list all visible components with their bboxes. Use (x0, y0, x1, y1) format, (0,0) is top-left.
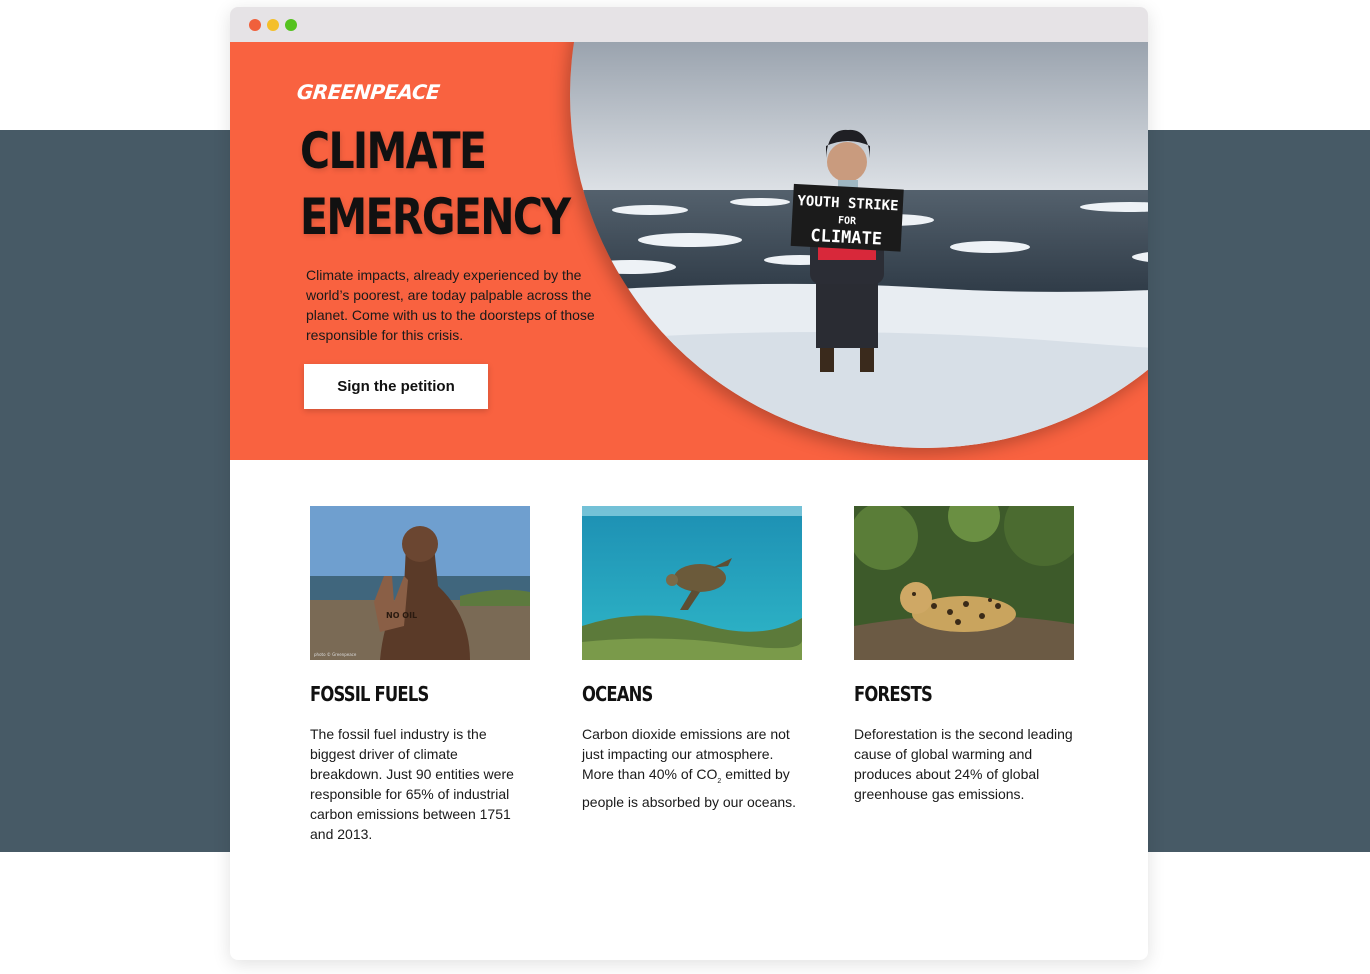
sign-line-2: FOR (838, 215, 858, 227)
card-description: Deforestation is the second leading caus… (854, 726, 1073, 802)
card-title: FORESTS (854, 682, 933, 706)
hero-description: Climate impacts, already experienced by … (306, 267, 595, 343)
card-fossil-fuels: NO OIL photo © Greenpeace FOSSIL FUELS T… (310, 506, 530, 844)
card-oceans: OCEANS Carbon dioxide emissions are not … (582, 506, 802, 812)
card-description: The fossil fuel industry is the biggest … (310, 726, 514, 842)
activist-on-ice-image: YOUTH STRIKE FOR CLIMATE (570, 42, 1148, 448)
browser-window: GREENPEACE CLIMATE EMERGENCY Climate imp… (230, 7, 1148, 960)
card-title: OCEANS (582, 682, 653, 706)
hero-title-line-1: CLIMATE (300, 122, 487, 180)
photo-credit: photo © Greenpeace (314, 652, 357, 657)
card-description: Carbon dioxide emissions are not just im… (582, 724, 802, 812)
oceans-image[interactable] (582, 506, 802, 660)
greenpeace-logo[interactable]: GREENPEACE (296, 80, 441, 104)
sign-line-3: CLIMATE (810, 226, 883, 250)
hero-section: GREENPEACE CLIMATE EMERGENCY Climate imp… (230, 42, 1148, 460)
close-window-button[interactable] (249, 19, 261, 31)
hero-title: CLIMATE EMERGENCY (300, 118, 571, 250)
forests-image[interactable] (854, 506, 1074, 660)
card-forests: FORESTS Deforestation is the second lead… (854, 506, 1074, 804)
card-title: FOSSIL FUELS (310, 682, 429, 706)
maximize-window-button[interactable] (285, 19, 297, 31)
window-titlebar (230, 7, 1148, 42)
hero-photo: YOUTH STRIKE FOR CLIMATE (570, 42, 1148, 448)
sign-petition-button[interactable]: Sign the petition (304, 364, 488, 409)
minimize-window-button[interactable] (267, 19, 279, 31)
hand-text: NO OIL (386, 611, 417, 620)
hero-title-line-2: EMERGENCY (300, 188, 571, 246)
fossil-fuels-image[interactable]: NO OIL photo © Greenpeace (310, 506, 530, 660)
